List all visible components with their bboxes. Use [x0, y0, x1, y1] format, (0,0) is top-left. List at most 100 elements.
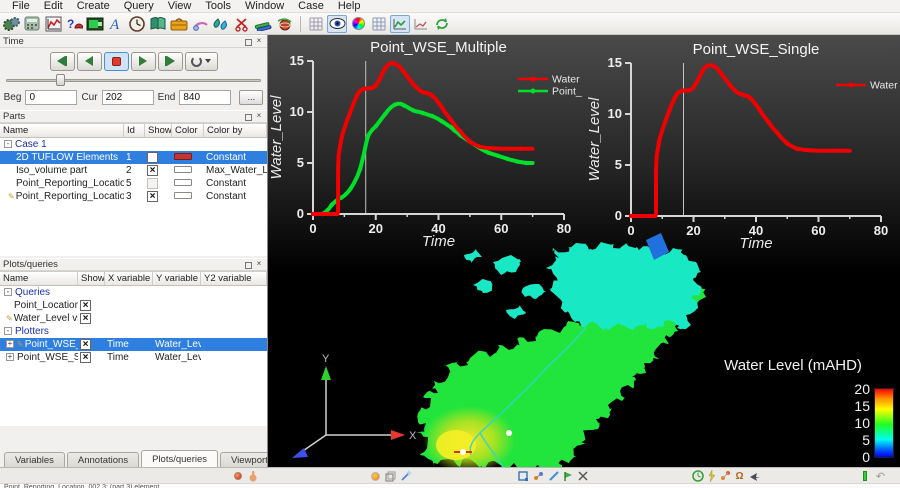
menu-file[interactable]: File [5, 0, 37, 12]
clip-scissors-icon[interactable] [232, 15, 252, 33]
show-checkbox[interactable]: × [80, 313, 91, 324]
viewport-layout-icon[interactable] [369, 15, 389, 33]
reset-omega-icon[interactable]: Ω [733, 470, 746, 482]
col-color-by[interactable]: Color by [204, 124, 267, 137]
viewport-display-icon[interactable] [85, 15, 105, 33]
col-y2-variable[interactable]: Y2 variable [201, 272, 267, 285]
undo-icon[interactable]: ↶ [874, 470, 887, 482]
color-swatch[interactable] [174, 192, 192, 199]
tab-variables[interactable]: Variables [4, 452, 65, 467]
show-checkbox[interactable]: × [80, 352, 91, 363]
interactive-query-icon[interactable]: ? [64, 15, 84, 33]
show-checkbox[interactable]: × [80, 339, 91, 350]
float-panel-icon[interactable] [245, 114, 252, 121]
show-checkbox[interactable]: × [147, 178, 158, 189]
collapse-icon[interactable]: - [4, 140, 12, 148]
measure-pencil-icon[interactable] [547, 470, 560, 482]
chart-point-wse-multiple[interactable]: 020406080051015Point_WSE_MultipleTimeWat… [268, 37, 590, 267]
tab-plots-queries[interactable]: Plots/queries [141, 450, 218, 467]
color-swatch[interactable] [174, 153, 192, 160]
color-wheel-icon[interactable] [348, 15, 368, 33]
menu-create[interactable]: Create [70, 0, 117, 12]
calculator-icon[interactable] [22, 15, 42, 33]
toolbox-icon[interactable] [169, 15, 189, 33]
fly-pointer-icon[interactable] [748, 470, 761, 482]
expand-icon[interactable]: + [6, 340, 14, 348]
menu-edit[interactable]: Edit [37, 0, 70, 12]
expand-icon[interactable]: + [6, 353, 14, 361]
collapse-icon[interactable]: - [4, 288, 12, 296]
time-slider-handle[interactable] [56, 74, 65, 86]
color-swatch[interactable] [174, 166, 192, 173]
query-curve-icon[interactable] [411, 15, 431, 33]
col-name[interactable]: Name [0, 124, 124, 137]
beg-input[interactable]: 0 [25, 90, 77, 105]
close-panel-icon[interactable]: × [254, 260, 264, 269]
play-reverse-button[interactable] [77, 52, 102, 71]
contour-pencils-icon[interactable] [253, 15, 273, 33]
perspective-cube-icon[interactable] [384, 470, 397, 482]
plotter-row[interactable]: +Point_WSE_Single × Time Water_Level [0, 351, 267, 364]
col-y-variable[interactable]: Y variable [153, 272, 201, 285]
float-panel-icon[interactable] [245, 39, 252, 46]
parts-row[interactable]: ✎Point_Reporting_Location_002 3 × Consta… [0, 190, 267, 203]
plot-tool-icon[interactable] [43, 15, 63, 33]
parts-row[interactable]: 2D TUFLOW Elements 1 × Constant [0, 151, 267, 164]
plotter-row[interactable]: +✎Point_WSE_Multi... × Time Water_Level [0, 338, 267, 351]
eye-icon[interactable] [327, 15, 347, 33]
flag-play-icon[interactable] [562, 470, 575, 482]
menu-case[interactable]: Case [291, 0, 331, 12]
parts-row[interactable]: Iso_volume part 2 × Max_Water_Leve [0, 164, 267, 177]
menu-window[interactable]: Window [238, 0, 291, 12]
collapse-icon[interactable]: - [4, 327, 12, 335]
play-forward-button[interactable] [131, 52, 156, 71]
refresh-arrows-icon[interactable] [432, 15, 452, 33]
plot-curve-icon[interactable] [390, 15, 410, 33]
solution-time-clock-icon[interactable] [127, 15, 147, 33]
show-checkbox[interactable]: × [147, 165, 158, 176]
query-row[interactable]: Point_Location_0... × [0, 299, 267, 312]
play-indicator-icon[interactable] [858, 470, 871, 482]
col-show[interactable]: Show [145, 124, 172, 137]
flipbook-icon[interactable] [190, 15, 210, 33]
close-panel-icon[interactable]: × [254, 37, 264, 46]
col-name[interactable]: Name [0, 272, 78, 285]
graphics-viewport[interactable]: 020406080051015Point_WSE_MultipleTimeWat… [267, 35, 900, 467]
show-checkbox[interactable]: × [147, 191, 158, 202]
menu-query[interactable]: Query [117, 0, 161, 12]
particle-trace-icon[interactable] [719, 470, 732, 482]
select-region-icon[interactable] [517, 470, 530, 482]
col-id[interactable]: Id [124, 124, 145, 137]
loop-mode-button[interactable] [185, 52, 218, 71]
chart-point-wse-single[interactable]: 020406080051015Point_WSE_SingleTimeWater… [588, 35, 900, 270]
close-panel-icon[interactable]: × [254, 112, 264, 121]
magic-wand-icon[interactable] [399, 470, 412, 482]
tab-annotations[interactable]: Annotations [67, 452, 139, 467]
end-input[interactable]: 840 [179, 90, 231, 105]
vector-globe-icon[interactable] [274, 15, 294, 33]
time-more-button[interactable]: ... [239, 90, 263, 105]
record-icon[interactable] [231, 470, 244, 482]
color-swatch[interactable] [174, 179, 192, 186]
solution-time-icon[interactable] [691, 470, 704, 482]
step-end-button[interactable] [158, 52, 183, 71]
time-slider[interactable] [0, 74, 267, 86]
annotation-text-icon[interactable]: A [106, 15, 126, 33]
queries-group-row[interactable]: -Queries [0, 286, 267, 299]
col-color[interactable]: Color [172, 124, 204, 137]
show-checkbox[interactable]: × [147, 152, 158, 163]
stop-button[interactable] [104, 52, 129, 71]
show-checkbox[interactable]: × [80, 300, 91, 311]
settings-gears-icon[interactable] [1, 15, 21, 33]
grid-icon[interactable] [306, 15, 326, 33]
lightning-icon[interactable] [705, 470, 718, 482]
col-x-variable[interactable]: X variable [105, 272, 153, 285]
particle-trace-drops-icon[interactable] [211, 15, 231, 33]
pick-hand-icon[interactable] [247, 470, 260, 482]
plotters-group-row[interactable]: -Plotters [0, 325, 267, 338]
step-begin-button[interactable] [50, 52, 75, 71]
help-book-icon[interactable] [148, 15, 168, 33]
query-row[interactable]: ✎Water_Level vs. T... × [0, 312, 267, 325]
menu-view[interactable]: View [161, 0, 199, 12]
transform-tools-icon[interactable] [532, 470, 545, 482]
